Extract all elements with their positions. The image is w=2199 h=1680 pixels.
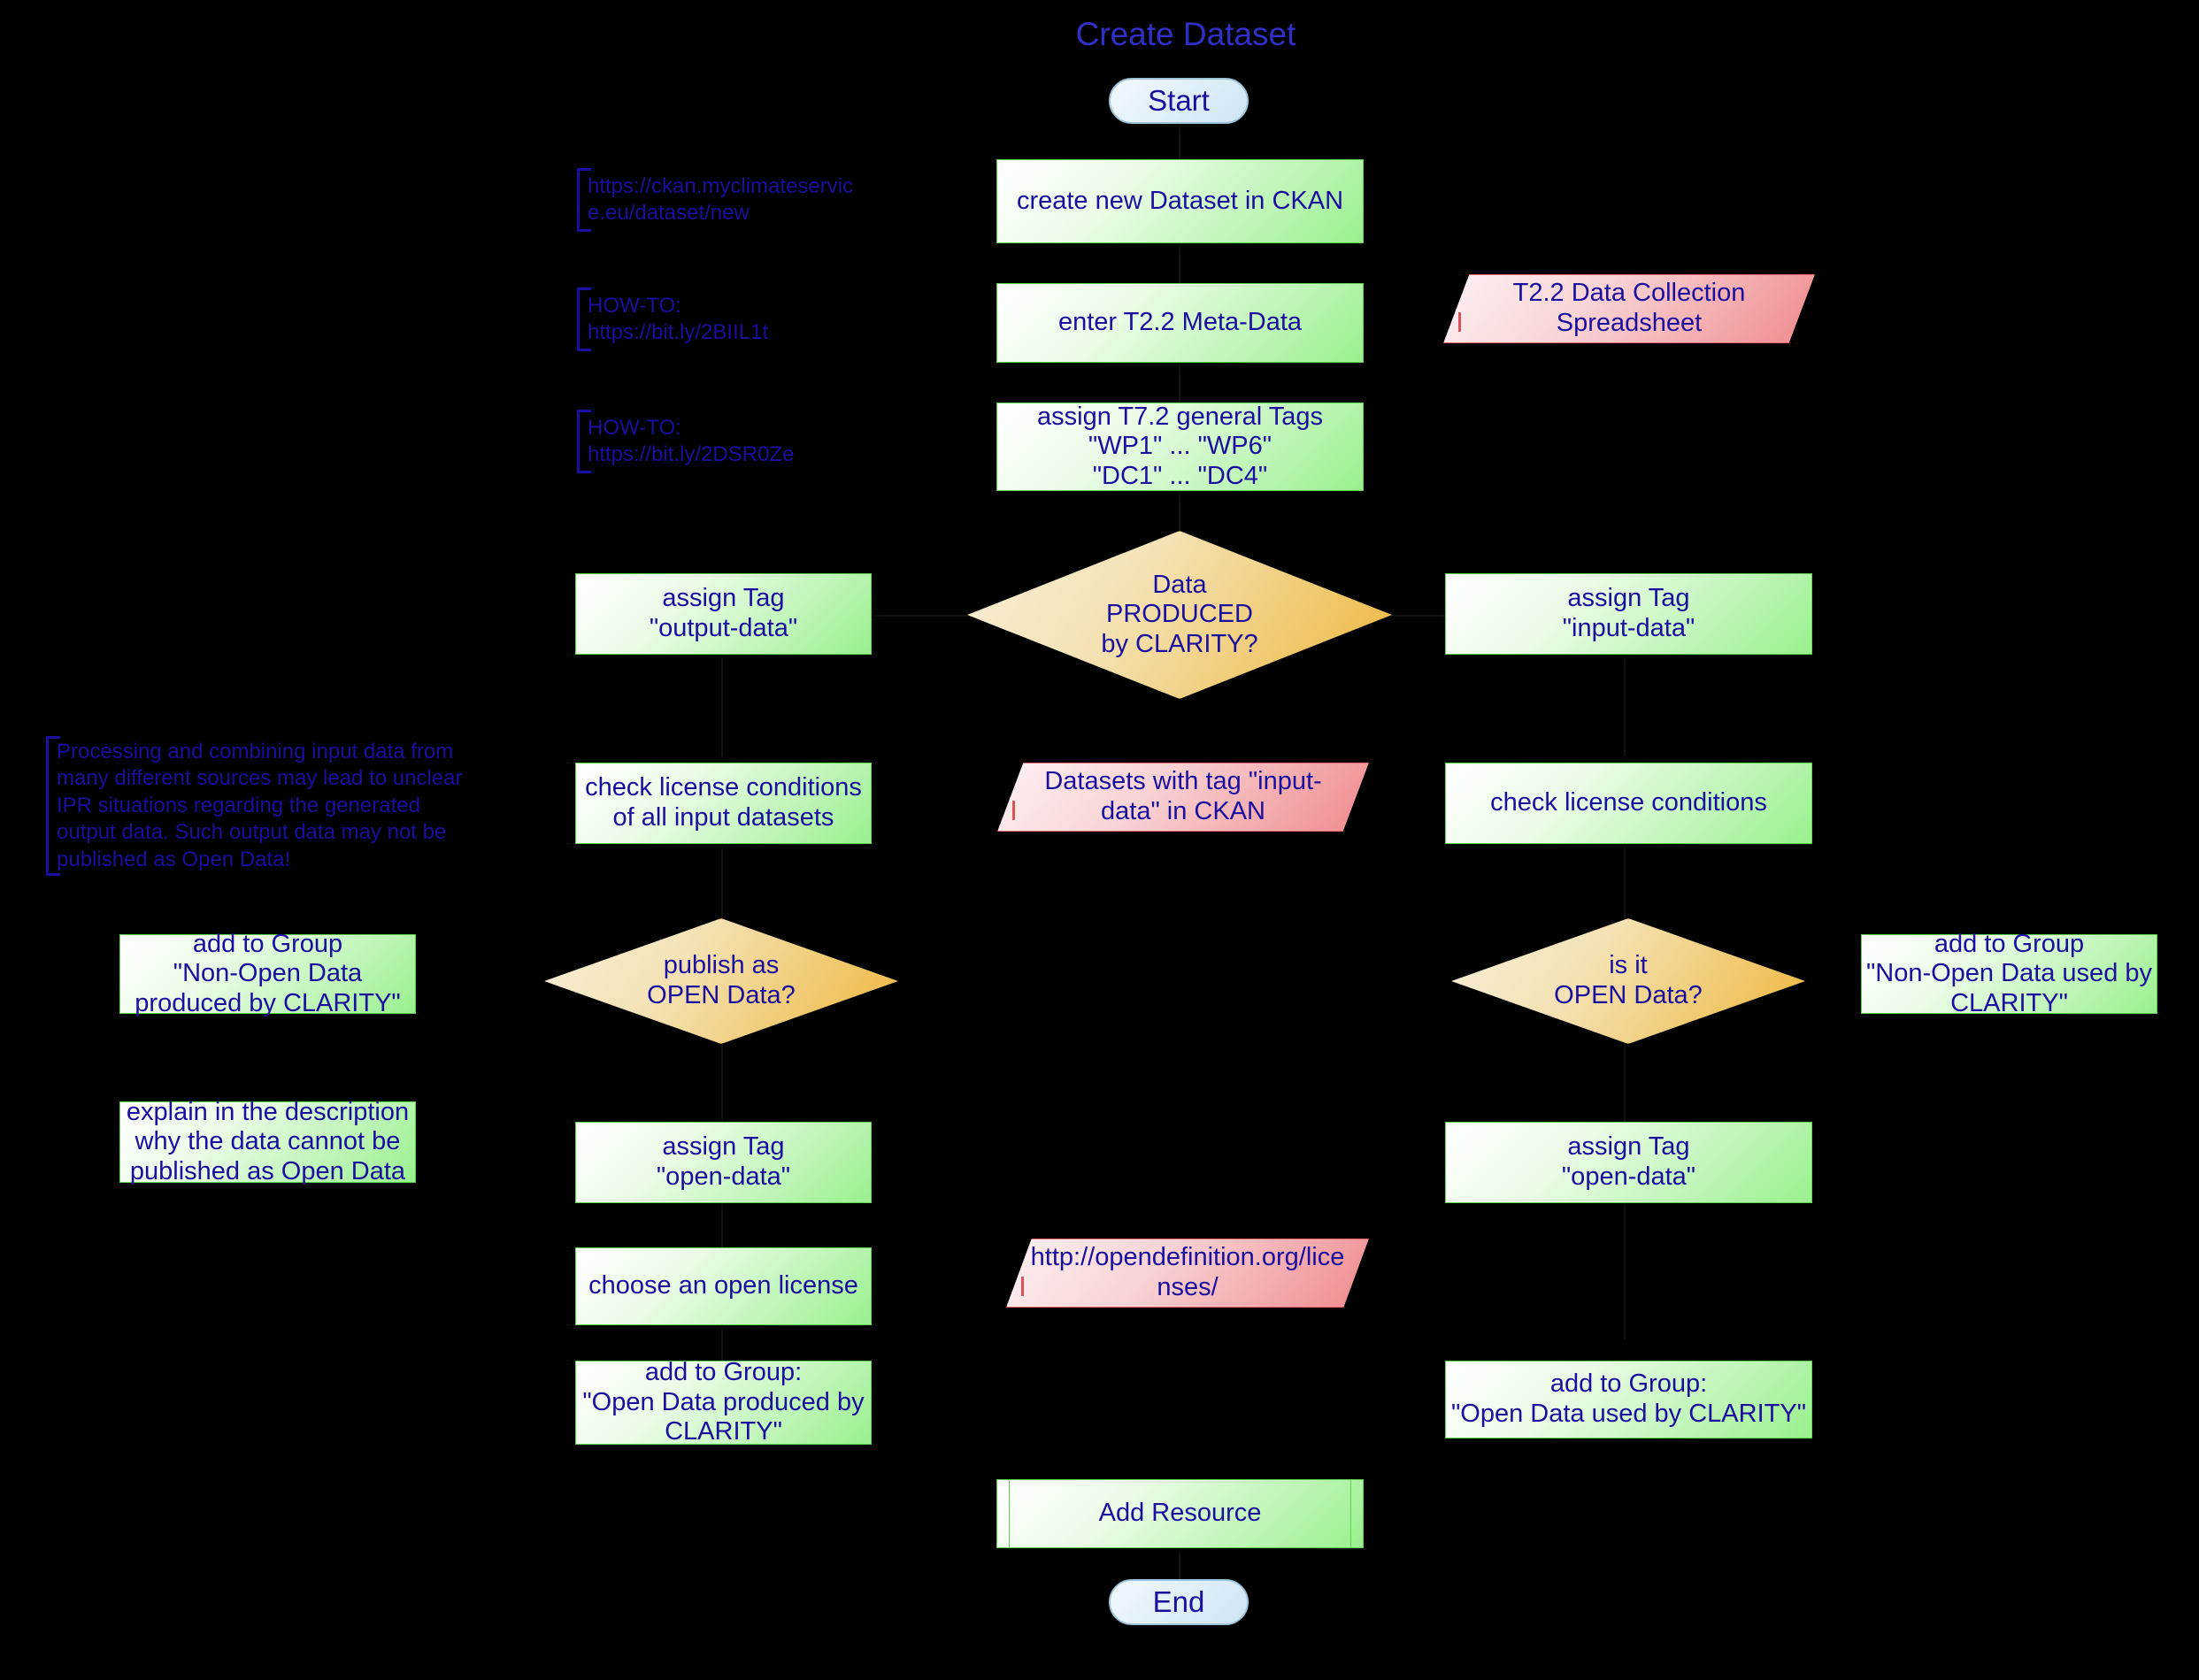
connector-create-to-metadata: [1179, 243, 1180, 283]
process-add-group-open-data-used[interactable]: add to Group: "Open Data used by CLARITY…: [1445, 1361, 1812, 1438]
process-add-group-open-data-produced[interactable]: add to Group: "Open Data produced by CLA…: [575, 1358, 872, 1446]
process-explain-in-description[interactable]: explain in the description why the data …: [119, 1098, 416, 1185]
connector-license-to-isopen: [1624, 845, 1626, 924]
page-title: Create Dataset: [1075, 16, 1296, 52]
connector-tags-to-decision: [1179, 491, 1180, 531]
process-check-license-conditions[interactable]: check license conditions: [1445, 763, 1812, 844]
connector-start-to-create: [1179, 124, 1180, 159]
data-t22-collection-spreadsheet[interactable]: T2.2 Data Collection Spreadsheet: [1443, 274, 1815, 343]
process-add-group-non-open-data-produced[interactable]: add to Group "Non-Open Data produced by …: [119, 930, 416, 1017]
connector-opentag-to-license: [721, 1203, 723, 1252]
start-node[interactable]: Start: [1109, 78, 1249, 124]
data-shape-tick-icon: [1012, 801, 1015, 820]
data-datasets-with-input-data-tag[interactable]: Datasets with tag "input- data" in CKAN: [997, 763, 1369, 832]
connector-decision-to-input: [1389, 615, 1451, 617]
connector-opentag-to-group: [1624, 1203, 1626, 1340]
connector-license-to-publish: [721, 845, 723, 924]
process-assign-tag-input-data[interactable]: assign Tag "input-data": [1445, 573, 1812, 655]
connector-publish-to-opentag: [721, 1044, 723, 1124]
process-add-group-non-open-data-used[interactable]: add to Group "Non-Open Data used by CLAR…: [1861, 930, 2157, 1017]
data-shape-tick-icon: [1458, 312, 1461, 332]
process-check-license-all-input-datasets[interactable]: check license conditions of all input da…: [575, 763, 872, 844]
decision-is-it-open-data[interactable]: is it OPEN Data?: [1451, 918, 1805, 1044]
annotation-ckan-new-dataset-url: https://ckan.myclimateservic e.eu/datase…: [577, 168, 869, 232]
connector-metadata-to-tags: [1179, 363, 1180, 403]
process-assign-tag-open-data-right[interactable]: assign Tag "open-data": [1445, 1122, 1812, 1203]
connector-output-to-license: [721, 655, 723, 756]
process-enter-metadata[interactable]: enter T2.2 Meta-Data: [996, 283, 1364, 363]
process-assign-tag-output-data[interactable]: assign Tag "output-data": [575, 573, 872, 655]
data-shape-label: Datasets with tag "input- data" in CKAN: [1044, 767, 1322, 825]
end-node[interactable]: End: [1109, 1579, 1249, 1625]
annotation-ipr-warning: Processing and combining input data from…: [46, 736, 488, 876]
connector-decision-to-output: [872, 615, 973, 617]
process-create-new-dataset[interactable]: create new Dataset in CKAN: [996, 159, 1364, 243]
connector-license-to-group: [721, 1323, 723, 1362]
annotation-howto-metadata: HOW-TO: https://bit.ly/2BIIL1t: [577, 288, 869, 351]
data-shape-label: T2.2 Data Collection Spreadsheet: [1512, 279, 1746, 337]
data-shape-label: http://opendefinition.org/lice nses/: [1030, 1243, 1345, 1301]
process-choose-an-open-license[interactable]: choose an open license: [575, 1247, 872, 1325]
decision-publish-as-open-data[interactable]: publish as OPEN Data?: [544, 918, 898, 1044]
process-assign-general-tags[interactable]: assign T7.2 general Tags "WP1" ... "WP6"…: [996, 403, 1364, 491]
data-shape-tick-icon: [1021, 1277, 1024, 1296]
process-add-resource[interactable]: Add Resource: [996, 1479, 1364, 1548]
annotation-howto-tags: HOW-TO: https://bit.ly/2DSR0Ze: [577, 410, 869, 473]
data-opendefinition-licenses-link[interactable]: http://opendefinition.org/lice nses/: [1006, 1239, 1369, 1308]
connector-isopen-to-opentag: [1624, 1044, 1626, 1124]
process-assign-tag-open-data-left[interactable]: assign Tag "open-data": [575, 1122, 872, 1203]
flowchart-canvas: Create Dataset Start End create new Data…: [0, 0, 2199, 1680]
decision-data-produced-by-clarity[interactable]: Data PRODUCED by CLARITY?: [967, 531, 1392, 699]
connector-input-to-license: [1624, 655, 1626, 756]
